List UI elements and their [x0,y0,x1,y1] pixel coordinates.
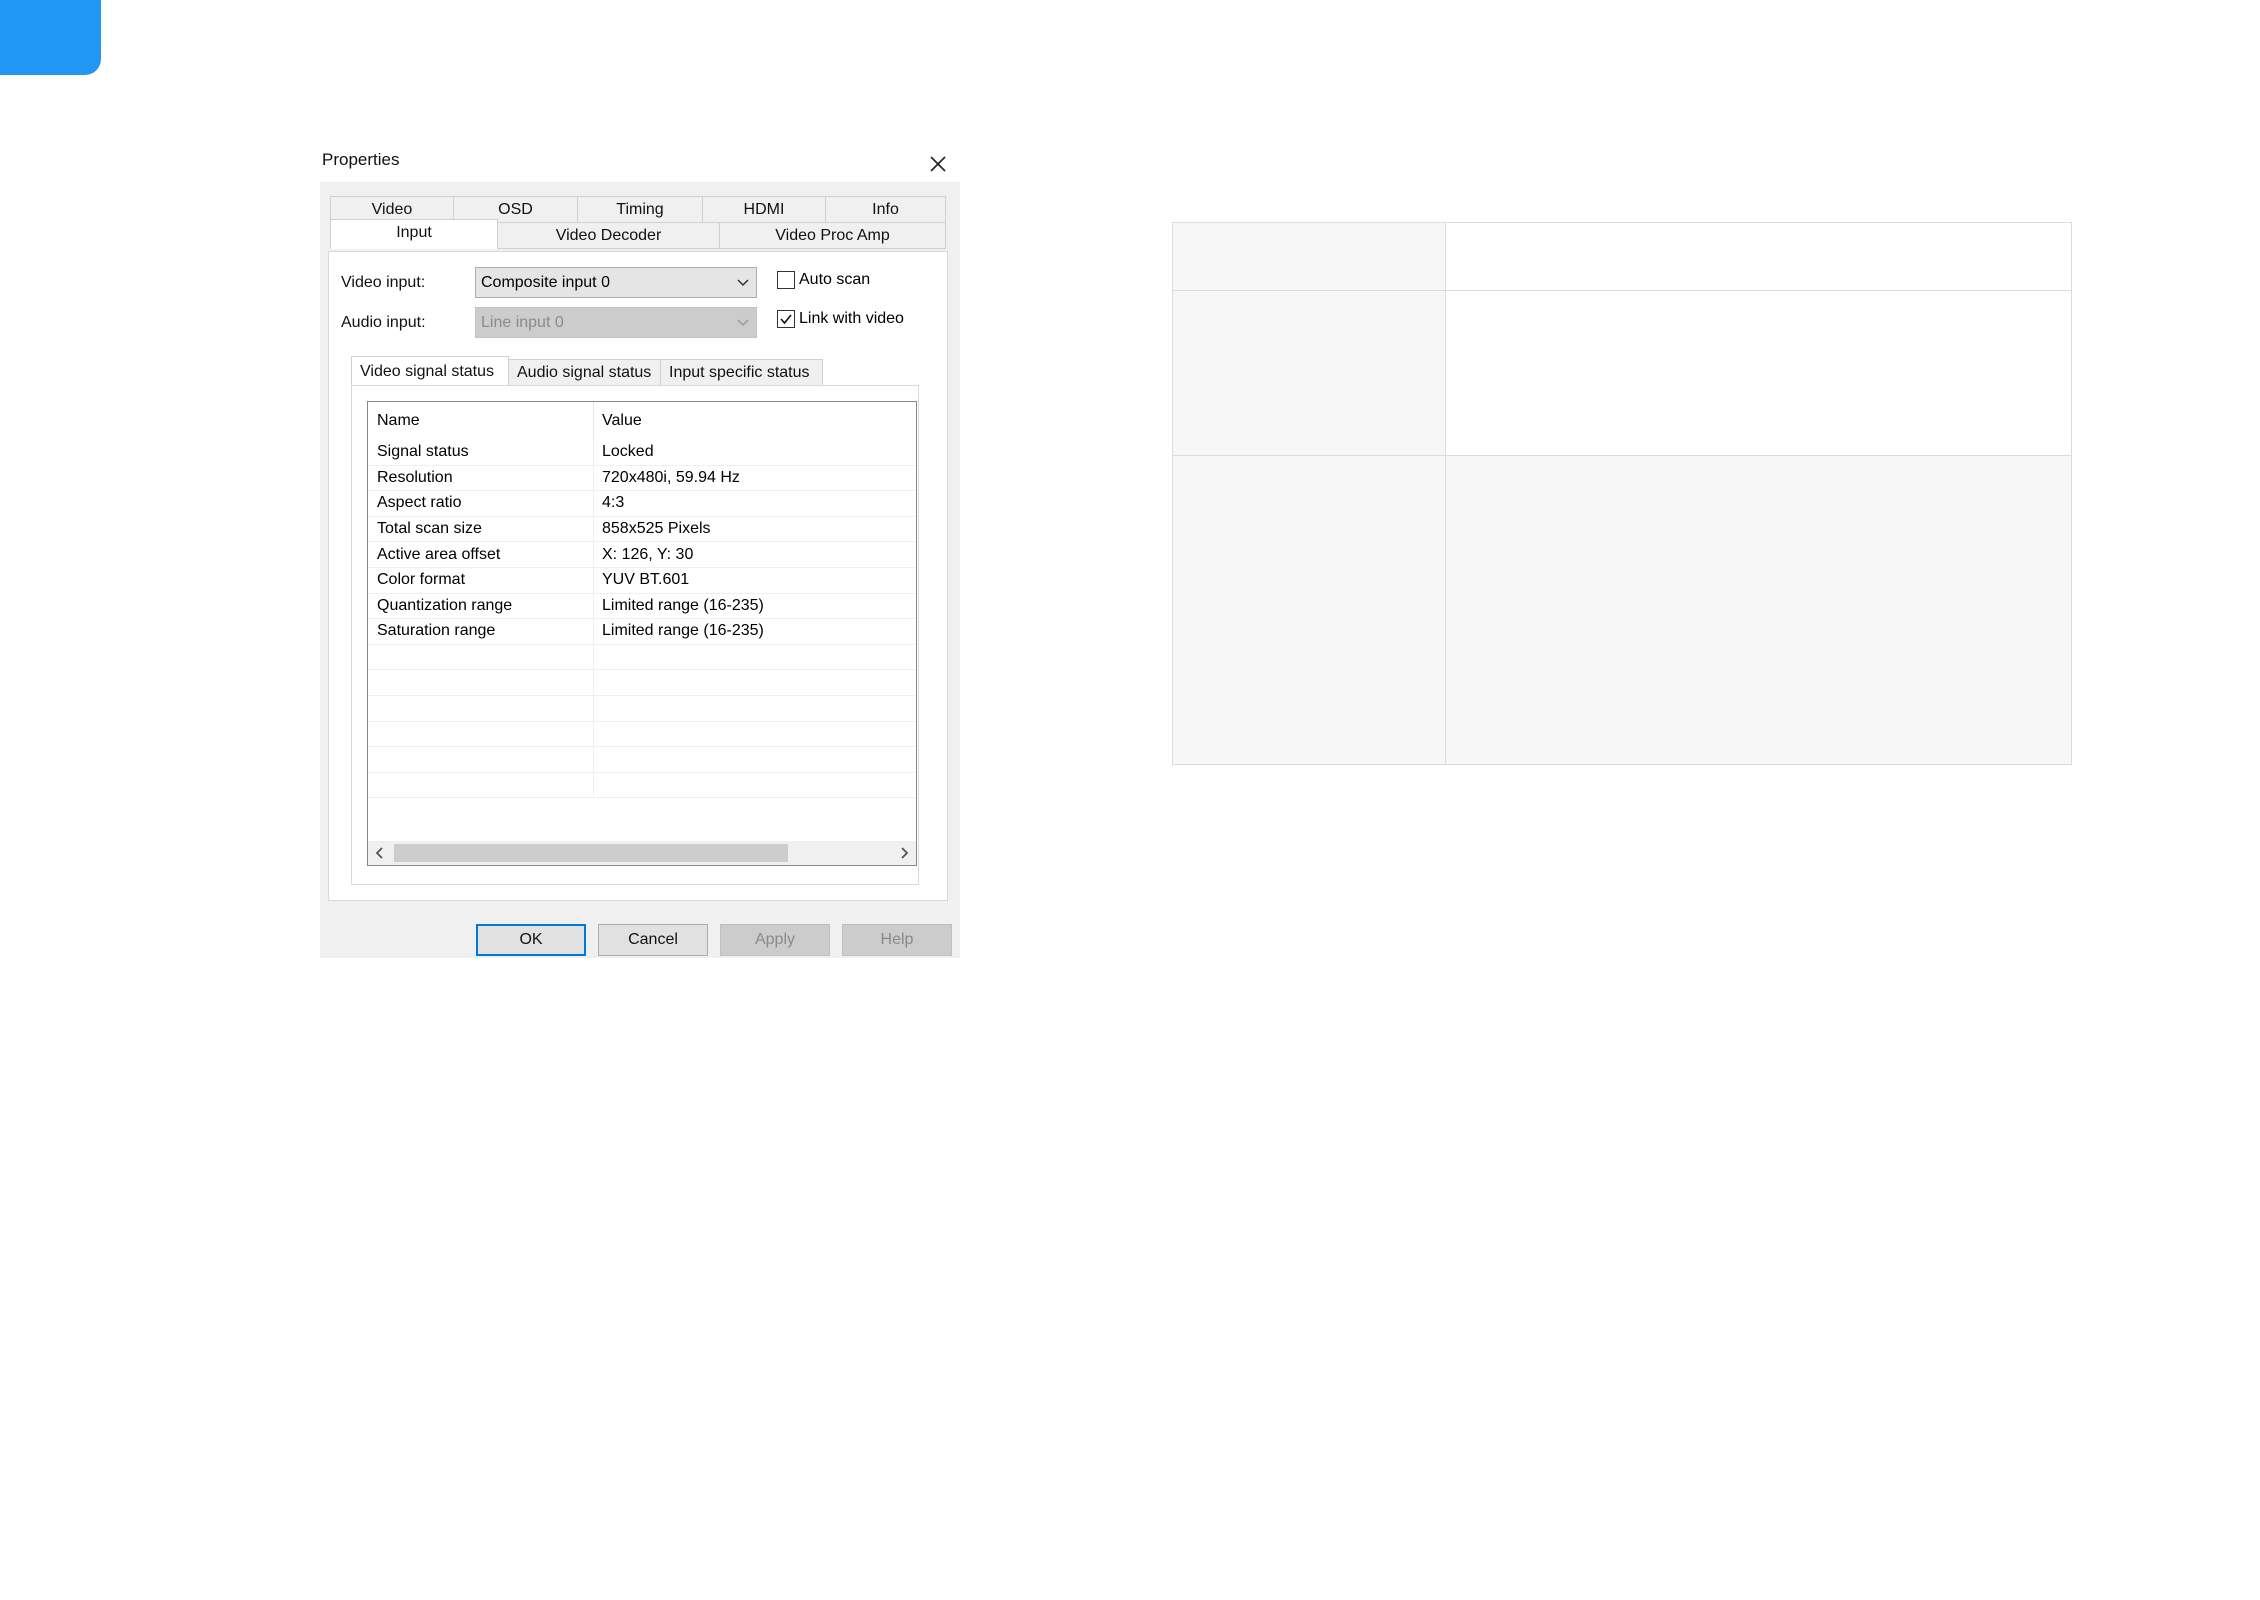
empty-cell [368,721,594,747]
row-value: 4:3 [602,494,625,512]
chevron-right-icon [901,847,909,859]
auto-scan-checkbox[interactable]: Auto scan [777,271,870,289]
empty-row [368,670,916,696]
row-name: Active area offset [368,542,594,567]
empty-cell [368,644,594,670]
chevron-down-icon [737,279,749,287]
column-header-name[interactable]: Name [368,402,594,440]
row-name: Signal status [368,440,594,465]
table-row[interactable]: Saturation range Limited range (16-235) [368,619,916,645]
empty-cell [368,747,594,772]
empty-cell [368,670,594,695]
table-row[interactable]: Resolution 720x480i, 59.94 Hz [368,465,916,492]
row-name: Resolution [368,465,594,491]
tab-video-proc-amp[interactable]: Video Proc Amp [720,222,946,249]
list-header: Name Value [368,402,916,440]
empty-row [368,721,916,748]
table-cell [1172,290,1446,456]
properties-dialog: Video OSD Timing HDMI Info Input Video D… [320,182,960,958]
row-name: Color format [368,567,594,593]
row-value: Locked [602,443,654,461]
close-icon [930,156,946,172]
table-row [1172,290,2072,456]
auto-scan-label: Auto scan [799,271,871,288]
link-with-video-label: Link with video [799,310,904,327]
tab-video-decoder[interactable]: Video Decoder [498,222,720,249]
table-row[interactable]: Aspect ratio 4:3 [368,491,916,517]
table-cell [1445,290,2072,456]
help-button[interactable]: Help [842,924,952,956]
audio-input-select[interactable]: Line input 0 [475,307,757,338]
row-value: YUV BT.601 [602,571,690,589]
empty-row [368,772,916,799]
audio-input-label: Audio input: [341,314,426,331]
row-name: Total scan size [368,516,594,542]
empty-row [368,695,916,722]
tab-timing[interactable]: Timing [578,196,703,223]
tab-row-bottom: Input Video Decoder Video Proc Amp [330,219,946,249]
table-row[interactable]: Total scan size 858x525 Pixels [368,516,916,543]
close-button[interactable] [924,150,952,178]
subtab-audio-signal-status[interactable]: Audio signal status [509,359,661,386]
checkmark-icon [777,310,795,328]
table-row [1172,455,2072,765]
empty-row [368,644,916,671]
row-value: X: 126, Y: 30 [602,545,694,563]
chevron-down-icon [737,319,749,327]
empty-cell [368,695,594,721]
horizontal-scrollbar[interactable] [368,841,916,865]
empty-row [368,747,916,773]
row-value: 858x525 Pixels [602,520,711,538]
row-value: Limited range (16-235) [602,596,764,614]
scroll-right-button[interactable] [892,841,916,865]
apply-button[interactable]: Apply [720,924,830,956]
table-row[interactable]: Active area offset X: 126, Y: 30 [368,542,916,568]
table-row [1172,222,2072,291]
corner-accent-tab [0,0,101,75]
row-value: Limited range (16-235) [602,622,764,640]
row-value: 720x480i, 59.94 Hz [602,468,740,486]
scrollbar-thumb[interactable] [394,844,788,862]
column-header-value[interactable]: Value [594,412,642,430]
video-input-select[interactable]: Composite input 0 [475,267,757,298]
video-input-label: Video input: [341,274,426,291]
tab-info[interactable]: Info [826,196,946,223]
link-with-video-checkbox[interactable]: Link with video [777,310,904,328]
checkbox-empty-icon [777,271,795,289]
table-cell [1172,455,1446,765]
chevron-left-icon [375,847,383,859]
audio-input-value: Line input 0 [481,313,564,331]
signal-status-list[interactable]: Name Value Signal status Locked Resolutio… [367,401,917,866]
ok-button[interactable]: OK [476,924,586,956]
video-input-value: Composite input 0 [481,273,610,291]
subtab-video-signal-status[interactable]: Video signal status [351,356,509,386]
scroll-left-button[interactable] [368,841,392,865]
table-row[interactable]: Quantization range Limited range (16-235) [368,593,916,620]
table-cell [1445,222,2072,291]
tab-hdmi[interactable]: HDMI [703,196,826,223]
empty-info-table [1172,222,2072,765]
row-name: Aspect ratio [368,491,594,516]
cancel-button[interactable]: Cancel [598,924,708,956]
row-name: Quantization range [368,593,594,619]
row-name: Saturation range [368,619,594,644]
subtab-input-specific-status[interactable]: Input specific status [661,359,823,386]
empty-cell [368,772,594,798]
input-tab-page: Video input: Composite input 0 Auto scan… [328,251,948,901]
dialog-title: Properties [322,150,400,169]
video-signal-status-page: Name Value Signal status Locked Resolutio… [351,385,919,885]
table-cell [1445,455,2072,765]
table-row[interactable]: Signal status Locked [368,440,916,466]
status-subtabs: Video signal status Audio signal status … [351,356,823,386]
table-row[interactable]: Color format YUV BT.601 [368,567,916,594]
table-cell [1172,222,1446,291]
tab-input[interactable]: Input [330,219,498,249]
list-body: Signal status Locked Resolution 720x480i, … [368,440,916,799]
